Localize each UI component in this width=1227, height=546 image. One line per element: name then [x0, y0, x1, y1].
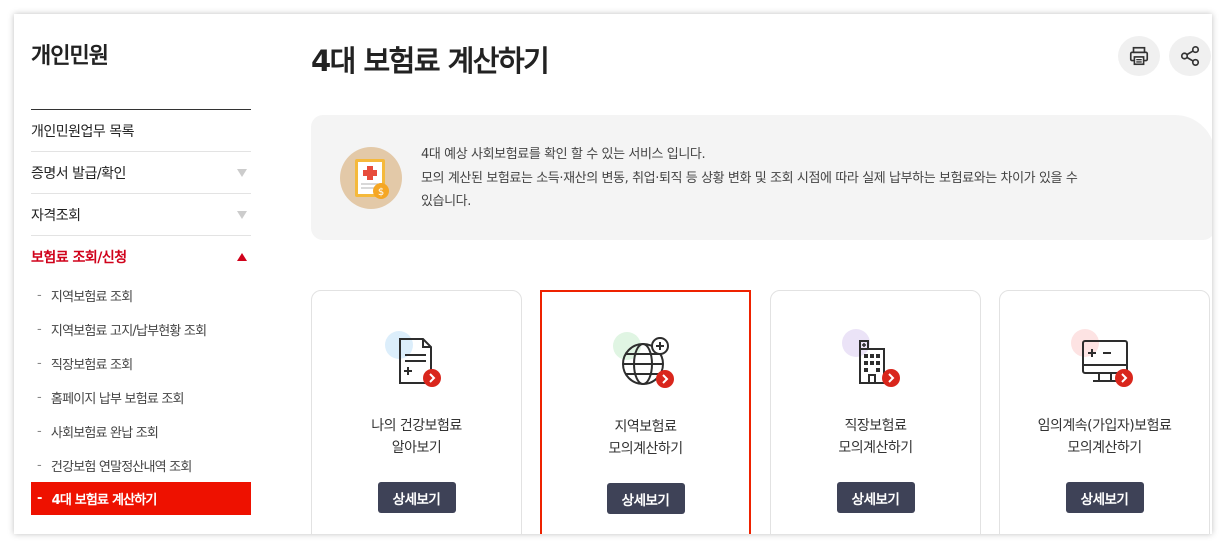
card-workplace-premium-calc[interactable]: 직장보험료 모의계산하기 상세보기: [770, 290, 981, 534]
detail-button[interactable]: 상세보기: [606, 483, 685, 514]
card-label-line: 나의 건강보험료: [371, 418, 462, 434]
card-label-line: 알아보기: [391, 440, 442, 456]
printer-icon: [1129, 46, 1149, 66]
detail-button[interactable]: 상세보기: [377, 482, 456, 513]
dash-marker: -: [37, 389, 42, 405]
insurance-document-icon: $: [340, 147, 402, 209]
card-label-line: 임의계속(가입자)보험료: [1037, 418, 1172, 434]
sidebar-item-list[interactable]: 개인민원업무 목록: [31, 110, 251, 152]
submenu-item[interactable]: - 건강보험 연말정산내역 조회: [31, 448, 251, 482]
svg-text:$: $: [378, 187, 384, 198]
dash-marker: -: [37, 287, 42, 303]
sidebar-item-label: 개인민원업무 목록: [31, 123, 135, 140]
share-icon: [1180, 46, 1200, 66]
card-label-line: 모의계산하기: [838, 440, 913, 456]
submenu-item[interactable]: - 지역보험료 조회: [31, 278, 251, 312]
document-icon: [383, 329, 447, 393]
submenu-item-current[interactable]: - 4대 보험료 계산하기: [31, 482, 251, 515]
submenu-label: 지역보험료 조회: [50, 289, 133, 305]
card-regional-premium-calc[interactable]: 지역보험료 모의계산하기 상세보기: [540, 290, 751, 534]
submenu-item[interactable]: - 직장보험료 조회: [31, 346, 251, 380]
dash-marker: -: [37, 457, 42, 473]
chevron-down-icon: [237, 168, 247, 177]
card-label: 지역보험료 모의계산하기: [542, 416, 749, 460]
card-label-line: 모의계산하기: [608, 441, 683, 457]
submenu-item[interactable]: - 사회보험료 완납 조회: [31, 414, 251, 448]
detail-button[interactable]: 상세보기: [836, 482, 915, 513]
globe-icon: [613, 330, 677, 394]
submenu-label: 홈페이지 납부 보험료 조회: [50, 391, 185, 407]
submenu-label: 건강보험 연말정산내역 조회: [50, 459, 192, 475]
info-line: 모의 계산된 보험료는 소득·재산의 변동, 취업·퇴직 등 상황 변화 및 조…: [421, 170, 1078, 186]
card-voluntary-premium-calc[interactable]: 임의계속(가입자)보험료 모의계산하기 상세보기: [999, 290, 1210, 534]
detail-button[interactable]: 상세보기: [1065, 482, 1144, 513]
sidebar-item-label: 보험료 조회/신청: [31, 250, 127, 266]
sidebar-item-label: 증명서 발급/확인: [31, 165, 126, 182]
info-line: 있습니다.: [421, 194, 471, 209]
chevron-down-icon: [237, 210, 247, 219]
card-label-line: 지역보험료: [614, 419, 677, 435]
submenu-label: 사회보험료 완납 조회: [50, 425, 159, 441]
sidebar-title: 개인민원: [31, 38, 251, 110]
dash-marker: -: [37, 423, 42, 439]
submenu-label: 직장보험료 조회: [50, 357, 133, 373]
dash-marker: -: [37, 355, 42, 371]
page-frame: 개인민원 개인민원업무 목록 증명서 발급/확인 자격조회 보험료 조회/신청 …: [14, 14, 1212, 534]
sidebar-item-certificate[interactable]: 증명서 발급/확인: [31, 152, 251, 194]
sidebar: 개인민원 개인민원업무 목록 증명서 발급/확인 자격조회 보험료 조회/신청 …: [31, 14, 251, 515]
print-button[interactable]: [1118, 36, 1160, 76]
submenu: - 지역보험료 조회 - 지역보험료 고지/납부현황 조회 - 직장보험료 조회…: [31, 278, 251, 515]
info-text: 4대 예상 사회보험료를 확인 할 수 있는 서비스 입니다. 모의 계산된 보…: [421, 143, 1181, 214]
card-label: 나의 건강보험료 알아보기: [312, 415, 521, 459]
submenu-label: 지역보험료 고지/납부현황 조회: [50, 323, 207, 339]
card-label: 임의계속(가입자)보험료 모의계산하기: [1000, 415, 1209, 459]
info-box: $ 4대 예상 사회보험료를 확인 할 수 있는 서비스 입니다. 모의 계산된…: [311, 115, 1212, 240]
card-label-line: 직장보험료: [844, 418, 907, 434]
sidebar-item-eligibility[interactable]: 자격조회: [31, 194, 251, 236]
chevron-up-icon: [237, 253, 247, 261]
share-button[interactable]: [1169, 36, 1211, 76]
building-icon: [842, 329, 906, 393]
submenu-label: 4대 보험료 계산하기: [51, 493, 158, 508]
card-my-health-premium[interactable]: 나의 건강보험료 알아보기 상세보기: [311, 290, 522, 534]
submenu-item[interactable]: - 홈페이지 납부 보험료 조회: [31, 380, 251, 414]
submenu-item[interactable]: - 지역보험료 고지/납부현황 조회: [31, 312, 251, 346]
calculator-monitor-icon: [1071, 329, 1135, 393]
card-label-line: 모의계산하기: [1067, 440, 1142, 456]
dash-marker: -: [37, 321, 42, 337]
sidebar-item-premium[interactable]: 보험료 조회/신청: [31, 236, 251, 278]
sidebar-item-label: 자격조회: [31, 207, 81, 224]
card-label: 직장보험료 모의계산하기: [771, 415, 980, 459]
page-title: 4대 보험료 계산하기: [311, 44, 550, 78]
dash-marker: -: [37, 491, 42, 506]
info-line: 4대 예상 사회보험료를 확인 할 수 있는 서비스 입니다.: [421, 147, 706, 162]
